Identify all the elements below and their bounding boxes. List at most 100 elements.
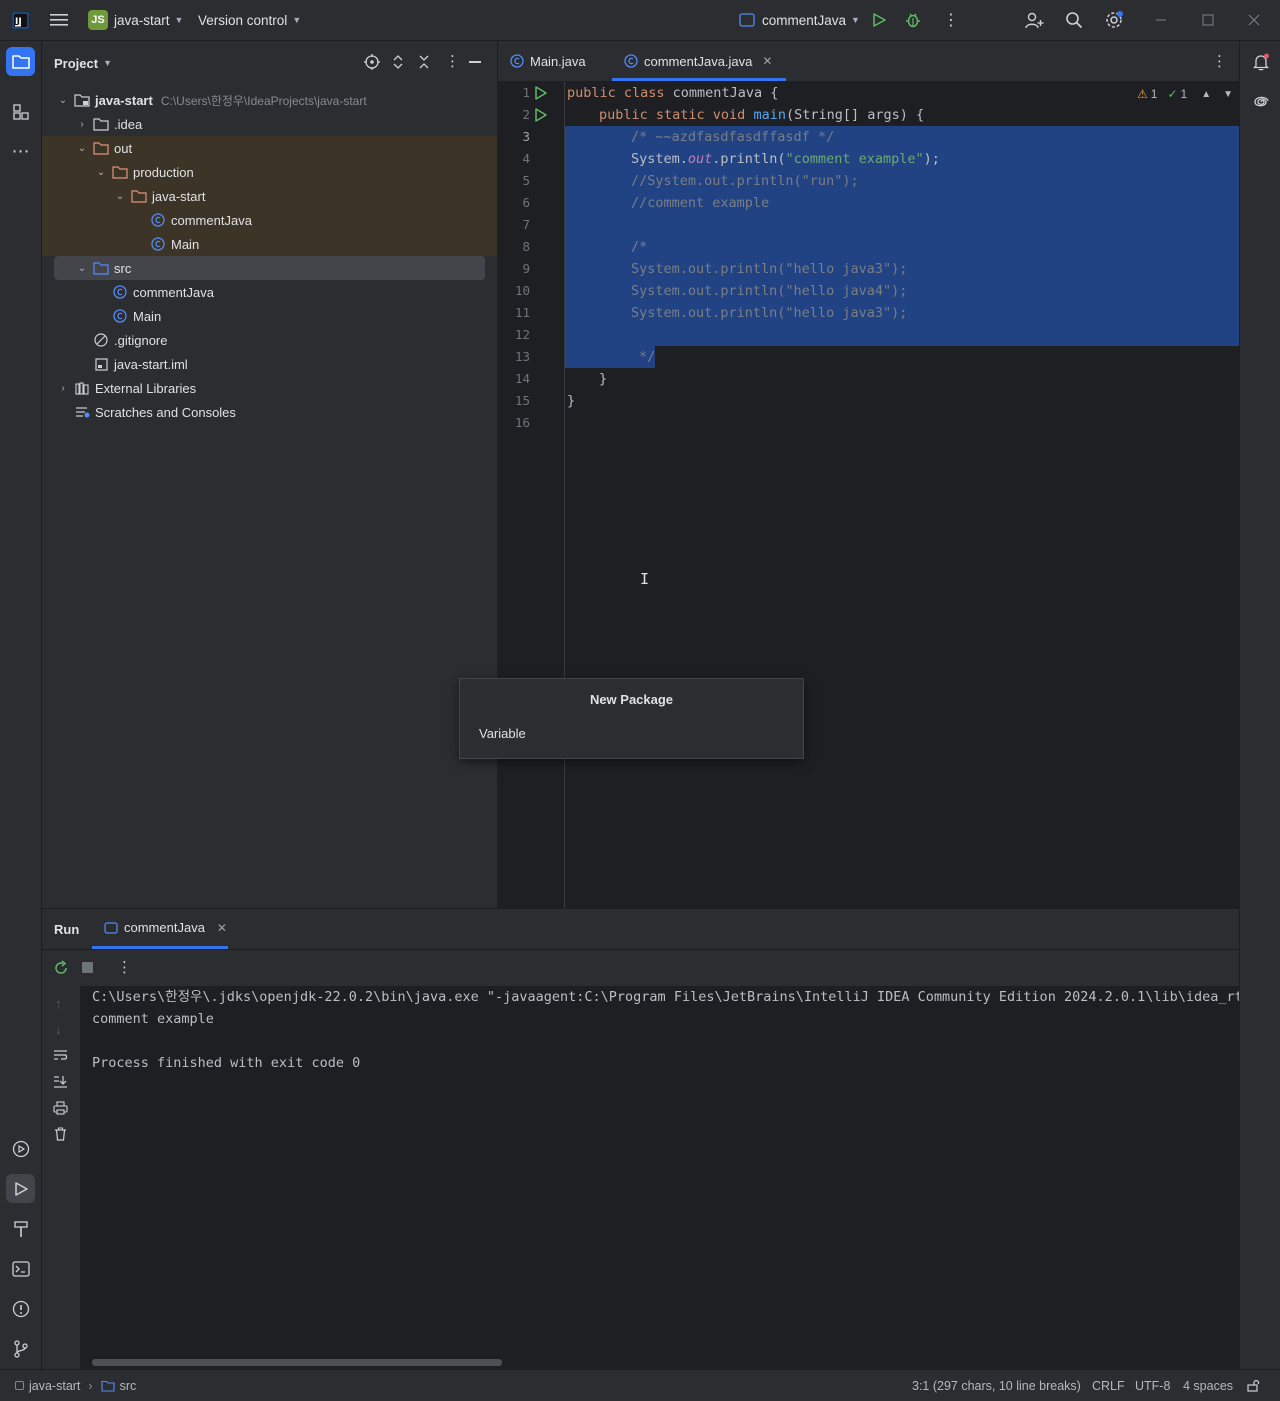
indent-setting[interactable]: 4 spaces xyxy=(1183,1370,1233,1401)
git-tool-button[interactable] xyxy=(6,1334,35,1363)
close-window-button[interactable] xyxy=(1248,0,1260,40)
hide-panel-button[interactable] xyxy=(469,61,481,63)
run-tool-button[interactable] xyxy=(6,1174,35,1203)
inspection-widget[interactable]: ⚠ 1 ✓ 1 ▲ ▼ xyxy=(1137,87,1233,101)
console-line: C:\Users\한정우\.jdks\openjdk-22.0.2\bin\ja… xyxy=(92,989,1239,1005)
rerun-button[interactable] xyxy=(53,960,69,976)
run-main-gutter-button[interactable] xyxy=(534,108,548,122)
debug-button[interactable] xyxy=(904,0,922,40)
popup-item-variable[interactable]: Variable xyxy=(479,726,526,741)
chevron-down-icon: ▼ xyxy=(292,15,302,25)
stop-icon[interactable] xyxy=(82,962,93,973)
ai-assistant-button[interactable] xyxy=(1246,87,1275,116)
breadcrumb-project[interactable]: java-start xyxy=(29,1379,80,1393)
more-options-icon[interactable]: ⋮ xyxy=(445,52,460,70)
main-menu-button[interactable] xyxy=(50,0,68,40)
problems-tool-button[interactable] xyxy=(6,1294,35,1323)
project-tool-button[interactable] xyxy=(6,47,35,76)
breadcrumb: java-start › src xyxy=(15,1370,136,1401)
services-tool-button[interactable] xyxy=(6,1134,35,1163)
build-tool-button[interactable] xyxy=(6,1214,35,1243)
horizontal-scrollbar[interactable] xyxy=(92,1359,502,1366)
console-output[interactable]: C:\Users\한정우\.jdks\openjdk-22.0.2\bin\ja… xyxy=(81,986,1239,1369)
java-class-icon xyxy=(112,308,128,324)
code-editor[interactable]: public class commentJava { public static… xyxy=(565,82,1239,908)
tree-item-commentjava-src[interactable]: commentJava xyxy=(42,280,497,304)
line-number: 8 xyxy=(522,239,530,254)
print-button[interactable] xyxy=(53,1101,68,1115)
line-number: 13 xyxy=(514,349,530,364)
chevron-up-icon[interactable]: ▲ xyxy=(1201,89,1211,100)
crosshair-icon xyxy=(364,54,380,70)
code-with-me-button[interactable] xyxy=(1025,0,1044,40)
tree-label: commentJava xyxy=(171,212,252,228)
caret-position[interactable]: 3:1 (297 chars, 10 line breaks) xyxy=(912,1370,1081,1401)
source-folder-icon xyxy=(93,260,109,276)
chevron-down-icon: ⌄ xyxy=(115,190,125,202)
expand-all-button[interactable] xyxy=(392,54,404,70)
settings-button[interactable] xyxy=(1104,0,1124,40)
tab-main-java[interactable]: Main.java xyxy=(510,41,586,81)
structure-tool-button[interactable] xyxy=(6,97,35,126)
tree-item-idea[interactable]: › .idea xyxy=(42,112,497,136)
maximize-icon xyxy=(1202,14,1214,26)
java-class-icon xyxy=(624,54,638,68)
tree-item-main-src[interactable]: Main xyxy=(42,304,497,328)
minimize-window-button[interactable] xyxy=(1155,0,1167,40)
run-tab-commentjava[interactable]: commentJava ✕ xyxy=(92,909,228,949)
more-tools-icon[interactable]: ⋯ xyxy=(6,137,35,166)
tree-item-commentjava-class[interactable]: commentJava xyxy=(42,208,497,232)
clear-console-button[interactable] xyxy=(54,1127,67,1141)
file-encoding[interactable]: UTF-8 xyxy=(1135,1370,1170,1401)
chevron-down-icon: ⌄ xyxy=(96,166,106,178)
tab-commentjava-java[interactable]: commentJava.java ✕ xyxy=(612,41,787,81)
line-number: 2 xyxy=(522,107,530,122)
more-options-icon[interactable]: ⋮ xyxy=(117,958,132,976)
printer-icon xyxy=(53,1101,68,1115)
project-switcher[interactable]: JS java-start ▼ xyxy=(88,0,183,40)
line-separator[interactable]: CRLF xyxy=(1092,1370,1125,1401)
collapse-all-button[interactable] xyxy=(418,54,430,70)
add-user-icon xyxy=(1025,12,1044,29)
arrow-up-icon[interactable]: ↑ xyxy=(55,996,62,1011)
tree-item-main-class[interactable]: Main xyxy=(42,232,497,256)
scroll-to-end-button[interactable] xyxy=(53,1075,68,1088)
search-button[interactable] xyxy=(1065,0,1083,40)
run-button[interactable] xyxy=(871,0,887,40)
status-bar: java-start › src 3:1 (297 chars, 10 line… xyxy=(0,1369,1280,1401)
breadcrumb-folder[interactable]: src xyxy=(120,1379,137,1393)
run-config-selector[interactable]: commentJava ▼ xyxy=(739,0,860,40)
project-panel-title[interactable]: Project ▼ xyxy=(54,41,112,85)
tree-item-external-libraries[interactable]: › External Libraries xyxy=(42,376,497,400)
lock-icon[interactable] xyxy=(1247,1370,1260,1401)
tree-item-src[interactable]: ⌄ src xyxy=(42,256,497,280)
vcs-menu[interactable]: Version control ▼ xyxy=(198,0,301,40)
chevron-down-icon: ▼ xyxy=(174,15,184,25)
maximize-window-button[interactable] xyxy=(1202,0,1214,40)
tree-label: commentJava xyxy=(133,284,214,300)
chevron-down-icon[interactable]: ▼ xyxy=(1223,89,1233,100)
notifications-button[interactable] xyxy=(1246,47,1275,76)
tree-item-production[interactable]: ⌄ production xyxy=(42,160,497,184)
play-icon xyxy=(14,1181,28,1196)
locate-file-button[interactable] xyxy=(364,54,380,70)
code-line-8: /* xyxy=(631,239,648,255)
tree-item-gitignore[interactable]: .gitignore xyxy=(42,328,497,352)
arrow-down-icon[interactable]: ↓ xyxy=(55,1022,62,1037)
more-actions-icon[interactable]: ⋮ xyxy=(943,0,959,40)
tree-item-scratches[interactable]: Scratches and Consoles xyxy=(42,400,497,424)
tree-label: .idea xyxy=(114,116,143,132)
close-tab-icon[interactable]: ✕ xyxy=(217,921,227,935)
tab-label: commentJava.java xyxy=(644,53,753,69)
warning-count: 1 xyxy=(1150,87,1158,101)
run-class-gutter-button[interactable] xyxy=(534,86,548,100)
tree-item-root[interactable]: ⌄ java-start C:\Users\한정우\IdeaProjects\j… xyxy=(42,88,497,112)
excluded-folder-icon xyxy=(112,164,128,180)
soft-wrap-button[interactable] xyxy=(53,1049,68,1062)
tree-item-out[interactable]: ⌄ out xyxy=(42,136,497,160)
tree-item-java-start-out[interactable]: ⌄ java-start xyxy=(42,184,497,208)
tab-options-icon[interactable]: ⋮ xyxy=(1212,41,1227,81)
tree-item-iml[interactable]: java-start.iml xyxy=(42,352,497,376)
terminal-tool-button[interactable] xyxy=(6,1254,35,1283)
close-tab-icon[interactable]: ✕ xyxy=(762,54,772,68)
